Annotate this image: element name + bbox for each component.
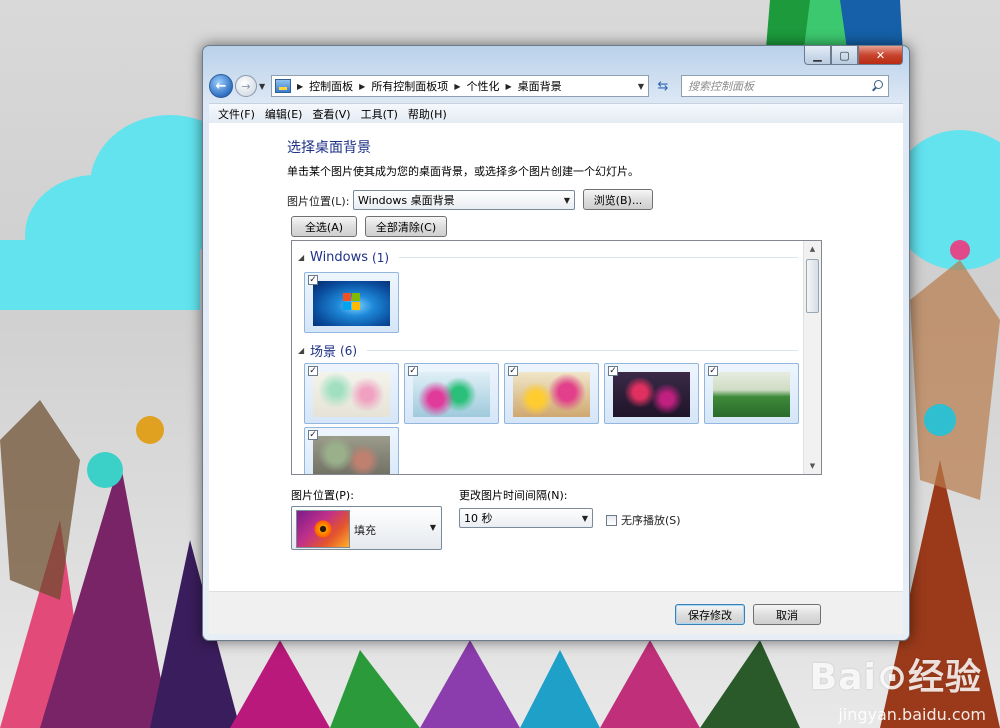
breadcrumb-separator-icon[interactable]: ▶ bbox=[505, 82, 511, 91]
search-input[interactable] bbox=[686, 78, 870, 94]
picture-position-value: 填充 bbox=[354, 524, 376, 537]
back-button[interactable]: ← bbox=[209, 74, 233, 98]
shuffle-option[interactable]: 无序播放(S) bbox=[606, 512, 681, 528]
wallpaper-thumb-scene-5[interactable]: ✓ bbox=[704, 363, 799, 424]
caption-buttons: ▁ ▢ ✕ bbox=[804, 46, 903, 65]
address-dropdown-icon[interactable]: ▼ bbox=[634, 82, 648, 91]
breadcrumb-separator-icon[interactable]: ▶ bbox=[297, 82, 303, 91]
interval-value: 10 秒 bbox=[464, 512, 493, 525]
desktop-background-window: ▁ ▢ ✕ ← → ▼ ▶ 控制面板 ▶ 所有控制面板项 ▶ 个性化 ▶ 桌面背… bbox=[202, 45, 910, 641]
scroll-down-icon[interactable]: ▼ bbox=[804, 458, 821, 474]
select-all-button[interactable]: 全选(A) bbox=[291, 216, 357, 237]
scene-wallpaper-image bbox=[713, 372, 790, 417]
group-name: 场景 bbox=[310, 345, 337, 360]
thumb-checkbox[interactable]: ✓ bbox=[508, 366, 518, 376]
thumb-checkbox[interactable]: ✓ bbox=[708, 366, 718, 376]
menu-view[interactable]: 查看(V) bbox=[307, 106, 355, 122]
collapse-triangle-icon[interactable]: ◢ bbox=[298, 346, 308, 355]
picture-location-value: Windows 桌面背景 bbox=[358, 194, 455, 207]
search-box bbox=[681, 75, 889, 97]
forward-button[interactable]: → bbox=[235, 75, 257, 97]
page-description: 单击某个图片使其成为您的桌面背景，或选择多个图片创建一个幻灯片。 bbox=[287, 165, 639, 178]
arrow-right-icon: → bbox=[241, 79, 251, 93]
position-preview-image bbox=[296, 510, 350, 548]
cancel-button[interactable]: 取消 bbox=[753, 604, 821, 625]
search-icon[interactable] bbox=[870, 79, 884, 93]
scene-wallpaper-image bbox=[413, 372, 490, 417]
wallpaper-thumb-scene-4[interactable]: ✓ bbox=[604, 363, 699, 424]
control-panel-icon bbox=[275, 79, 291, 93]
menu-help[interactable]: 帮助(H) bbox=[403, 106, 452, 122]
group-divider bbox=[367, 350, 798, 351]
scene-wallpaper-image bbox=[313, 372, 390, 417]
wallpaper-thumb-scene-6[interactable]: ✓ bbox=[304, 427, 399, 474]
menu-tools[interactable]: 工具(T) bbox=[356, 106, 403, 122]
thumb-checkbox[interactable]: ✓ bbox=[308, 430, 318, 440]
refresh-icon: ⇆ bbox=[657, 78, 669, 94]
navigation-bar: ← → ▼ ▶ 控制面板 ▶ 所有控制面板项 ▶ 个性化 ▶ 桌面背景 ▼ ⇆ bbox=[209, 73, 903, 99]
shuffle-label: 无序播放(S) bbox=[621, 514, 681, 527]
breadcrumb-desktop-background[interactable]: 桌面背景 bbox=[518, 78, 562, 94]
breadcrumb-personalization[interactable]: 个性化 bbox=[466, 78, 499, 94]
windows-logo-wallpaper-image bbox=[313, 281, 390, 326]
content-area: 选择桌面背景 单击某个图片使其成为您的桌面背景，或选择多个图片创建一个幻灯片。 … bbox=[209, 123, 903, 592]
breadcrumb-all-items[interactable]: 所有控制面板项 bbox=[371, 78, 448, 94]
footer-bar: 保存修改 取消 bbox=[209, 591, 903, 634]
wallpaper-thumb-scene-3[interactable]: ✓ bbox=[504, 363, 599, 424]
menu-edit[interactable]: 编辑(E) bbox=[260, 106, 308, 122]
breadcrumb-separator-icon[interactable]: ▶ bbox=[454, 82, 460, 91]
minimize-button[interactable]: ▁ bbox=[804, 46, 831, 65]
interval-label: 更改图片时间间隔(N): bbox=[459, 489, 568, 502]
wallpaper-gallery: ◢ Windows (1) ✓ ◢ 场景 (6) ✓ ✓ ✓ ✓ ✓ ✓ ▲ ▼ bbox=[291, 240, 822, 475]
arrow-left-icon: ← bbox=[215, 78, 227, 94]
menu-bar: 文件(F) 编辑(E) 查看(V) 工具(T) 帮助(H) bbox=[209, 103, 903, 124]
group-header-scenes[interactable]: ◢ 场景 (6) bbox=[298, 341, 798, 360]
wallpaper-thumb-scene-2[interactable]: ✓ bbox=[404, 363, 499, 424]
scene-wallpaper-image bbox=[613, 372, 690, 417]
breadcrumb-control-panel[interactable]: 控制面板 bbox=[309, 78, 353, 94]
chevron-down-icon: ▼ bbox=[581, 513, 589, 523]
menu-file[interactable]: 文件(F) bbox=[213, 106, 260, 122]
maximize-button[interactable]: ▢ bbox=[831, 46, 858, 65]
picture-position-label: 图片位置(P): bbox=[291, 489, 354, 502]
scroll-up-icon[interactable]: ▲ bbox=[804, 241, 821, 257]
thumb-checkbox[interactable]: ✓ bbox=[608, 366, 618, 376]
interval-select[interactable]: 10 秒 ▼ bbox=[459, 508, 593, 528]
save-button[interactable]: 保存修改 bbox=[675, 604, 745, 625]
thumb-checkbox[interactable]: ✓ bbox=[308, 366, 318, 376]
collapse-triangle-icon[interactable]: ◢ bbox=[298, 253, 308, 262]
address-bar[interactable]: ▶ 控制面板 ▶ 所有控制面板项 ▶ 个性化 ▶ 桌面背景 ▼ bbox=[271, 75, 649, 97]
group-count: (1) bbox=[372, 250, 390, 265]
refresh-button[interactable]: ⇆ bbox=[651, 75, 675, 97]
wallpaper-thumb-scene-1[interactable]: ✓ bbox=[304, 363, 399, 424]
shuffle-checkbox[interactable] bbox=[606, 514, 617, 526]
picture-location-label: 图片位置(L): bbox=[287, 195, 350, 208]
group-divider bbox=[399, 257, 798, 258]
page-title: 选择桌面背景 bbox=[287, 140, 371, 156]
picture-position-select[interactable]: 填充 ▼ bbox=[291, 506, 442, 550]
chevron-down-icon: ▼ bbox=[259, 81, 266, 91]
recent-pages-dropdown[interactable]: ▼ bbox=[259, 82, 267, 91]
chevron-down-icon: ▼ bbox=[429, 523, 436, 532]
scene-wallpaper-image bbox=[313, 436, 390, 474]
breadcrumb-separator-icon[interactable]: ▶ bbox=[359, 82, 365, 91]
picture-location-select[interactable]: Windows 桌面背景 ▼ bbox=[353, 190, 575, 210]
thumb-checkbox[interactable]: ✓ bbox=[308, 275, 318, 285]
group-header-windows[interactable]: ◢ Windows (1) bbox=[298, 250, 798, 265]
baidu-watermark-url: jingyan.baidu.com bbox=[838, 705, 986, 724]
baidu-watermark-logo: Bai⊙经验 bbox=[809, 657, 982, 698]
scene-wallpaper-image bbox=[513, 372, 590, 417]
scrollbar-thumb[interactable] bbox=[806, 259, 819, 313]
chevron-down-icon: ▼ bbox=[563, 195, 571, 205]
thumb-checkbox[interactable]: ✓ bbox=[408, 366, 418, 376]
wallpaper-thumb-windows-1[interactable]: ✓ bbox=[304, 272, 399, 333]
close-button[interactable]: ✕ bbox=[858, 46, 903, 65]
gallery-scrollbar[interactable]: ▲ ▼ bbox=[803, 241, 821, 474]
group-name: Windows bbox=[310, 250, 369, 265]
clear-all-button[interactable]: 全部清除(C) bbox=[365, 216, 447, 237]
browse-button[interactable]: 浏览(B)... bbox=[583, 189, 653, 210]
group-count: (6) bbox=[340, 343, 358, 358]
